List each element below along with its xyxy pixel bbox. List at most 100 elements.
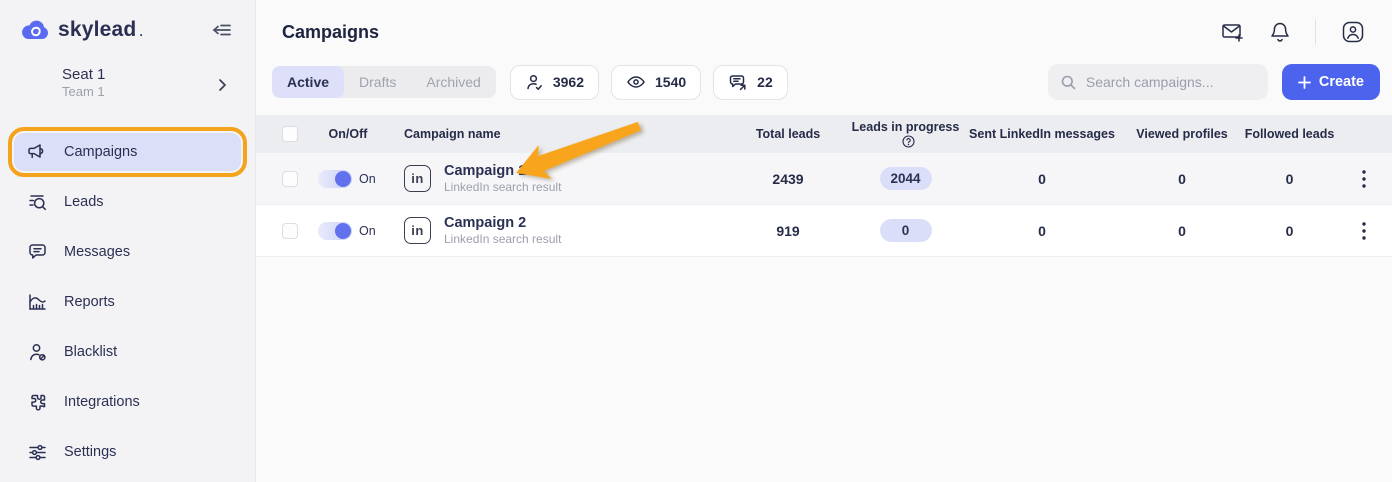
skylead-logo[interactable]: skylead .: [20, 18, 143, 42]
collapse-sidebar-icon[interactable]: [209, 18, 235, 42]
table-row-campaign-2[interactable]: On in Campaign 2 LinkedIn search result …: [256, 205, 1392, 257]
leads-search-icon: [26, 192, 48, 213]
row-checkbox[interactable]: [282, 223, 298, 239]
skylead-cloud-icon: [20, 18, 51, 42]
sidebar-item-integrations[interactable]: Integrations: [0, 377, 255, 427]
campaign-name-cell: in Campaign 2 LinkedIn search result: [392, 215, 728, 246]
col-total-leads: Total leads: [728, 127, 848, 141]
user-block-icon: [26, 342, 48, 363]
col-leads-in-progress-label: Leads in progress: [852, 120, 960, 134]
leads-in-progress-cell: 2044: [848, 167, 963, 190]
select-all-cell: [256, 126, 304, 142]
stat-chip-messages[interactable]: 22: [713, 65, 788, 100]
tab-drafts[interactable]: Drafts: [344, 66, 411, 98]
main-content: Campaigns: [256, 0, 1392, 482]
viewed-profiles-value: 0: [1121, 171, 1243, 187]
chevron-right-icon: [218, 78, 227, 92]
new-mail-icon[interactable]: [1220, 20, 1245, 44]
stat-value: 22: [757, 74, 773, 90]
sent-messages-value: 0: [963, 171, 1121, 187]
stat-value: 3962: [553, 74, 584, 90]
leads-in-progress-badge: 0: [880, 219, 932, 242]
sidebar-item-messages[interactable]: Messages: [0, 227, 255, 277]
sidebar-item-campaigns[interactable]: Campaigns: [14, 133, 241, 171]
header-divider: [1315, 19, 1316, 45]
col-followed-leads: Followed leads: [1243, 127, 1336, 141]
campaign-toggle[interactable]: [318, 170, 352, 188]
leads-in-progress-badge: 2044: [880, 167, 932, 190]
leads-in-progress-cell: 0: [848, 219, 963, 242]
table-row-campaign-1[interactable]: On in Campaign 1 LinkedIn search result …: [256, 153, 1392, 205]
sidebar-item-label: Blacklist: [64, 344, 117, 360]
reports-chart-icon: [26, 292, 48, 312]
main-header: Campaigns: [256, 0, 1392, 48]
row-toggle-cell: On: [304, 170, 392, 188]
search-campaigns-box[interactable]: [1048, 64, 1268, 100]
sent-messages-value: 0: [963, 223, 1121, 239]
status-tabs: Active Drafts Archived: [272, 66, 496, 98]
sidebar-item-blacklist[interactable]: Blacklist: [0, 327, 255, 377]
sidebar-item-label: Settings: [64, 444, 116, 460]
sidebar-item-label: Campaigns: [64, 144, 137, 160]
total-leads-value: 919: [728, 223, 848, 239]
message-icon: [26, 242, 48, 262]
page-title: Campaigns: [282, 22, 379, 43]
stat-chip-leads[interactable]: 3962: [510, 65, 599, 100]
campaign-toggle[interactable]: [318, 222, 352, 240]
stat-chip-views[interactable]: 1540: [611, 65, 701, 100]
header-icons: [1220, 19, 1366, 45]
sidebar-item-leads[interactable]: Leads: [0, 177, 255, 227]
help-circle-icon[interactable]: [902, 135, 915, 148]
row-checkbox[interactable]: [282, 171, 298, 187]
seat-selector[interactable]: Seat 1 Team 1: [0, 66, 255, 99]
create-button[interactable]: Create: [1282, 64, 1380, 100]
campaign-name[interactable]: Campaign 1: [444, 163, 561, 179]
create-button-label: Create: [1319, 74, 1364, 90]
search-icon: [1060, 74, 1077, 91]
col-leads-in-progress: Leads in progress: [848, 120, 963, 148]
linkedin-icon: in: [404, 217, 431, 244]
viewed-profiles-value: 0: [1121, 223, 1243, 239]
tab-active[interactable]: Active: [272, 66, 344, 98]
toggle-state-label: On: [359, 224, 376, 238]
col-campaign-name: Campaign name: [392, 127, 728, 141]
followed-leads-value: 0: [1243, 223, 1336, 239]
sidebar-item-reports[interactable]: Reports: [0, 277, 255, 327]
row-menu-kebab-icon[interactable]: [1336, 222, 1392, 240]
toggle-knob: [335, 223, 351, 239]
sidebar-item-label: Reports: [64, 294, 115, 310]
campaign-name[interactable]: Campaign 2: [444, 215, 561, 231]
toggle-knob: [335, 171, 351, 187]
col-on-off: On/Off: [304, 127, 392, 141]
eye-icon: [626, 74, 646, 90]
sidebar-item-settings[interactable]: Settings: [0, 427, 255, 477]
row-toggle-cell: On: [304, 222, 392, 240]
megaphone-icon: [26, 142, 48, 162]
notifications-bell-icon[interactable]: [1269, 20, 1291, 44]
message-sent-icon: [728, 73, 748, 92]
search-input[interactable]: [1086, 74, 1256, 90]
campaigns-table: On/Off Campaign name Total leads Leads i…: [256, 115, 1392, 257]
sidebar-nav: Campaigns Leads: [0, 127, 255, 477]
brand-name: skylead: [58, 18, 136, 42]
campaign-subtitle: LinkedIn search result: [444, 232, 561, 246]
sidebar-logo-row: skylead .: [0, 0, 255, 42]
select-all-checkbox[interactable]: [282, 126, 298, 142]
tab-archived[interactable]: Archived: [411, 66, 495, 98]
table-header-row: On/Off Campaign name Total leads Leads i…: [256, 115, 1392, 153]
stat-chips: 3962 1540: [510, 65, 788, 100]
brand-dot: .: [139, 25, 142, 39]
col-viewed-profiles: Viewed profiles: [1121, 127, 1243, 141]
sliders-icon: [26, 443, 48, 462]
linkedin-icon: in: [404, 165, 431, 192]
row-menu-kebab-icon[interactable]: [1336, 170, 1392, 188]
sidebar-item-label: Integrations: [64, 394, 140, 410]
sidebar: skylead . Seat 1 Team 1: [0, 0, 256, 482]
person-check-icon: [525, 73, 544, 92]
total-leads-value: 2439: [728, 171, 848, 187]
stat-value: 1540: [655, 74, 686, 90]
sidebar-item-label: Messages: [64, 244, 130, 260]
sidebar-item-label: Leads: [64, 194, 104, 210]
plus-icon: [1298, 76, 1311, 89]
account-avatar-icon[interactable]: [1340, 19, 1366, 45]
